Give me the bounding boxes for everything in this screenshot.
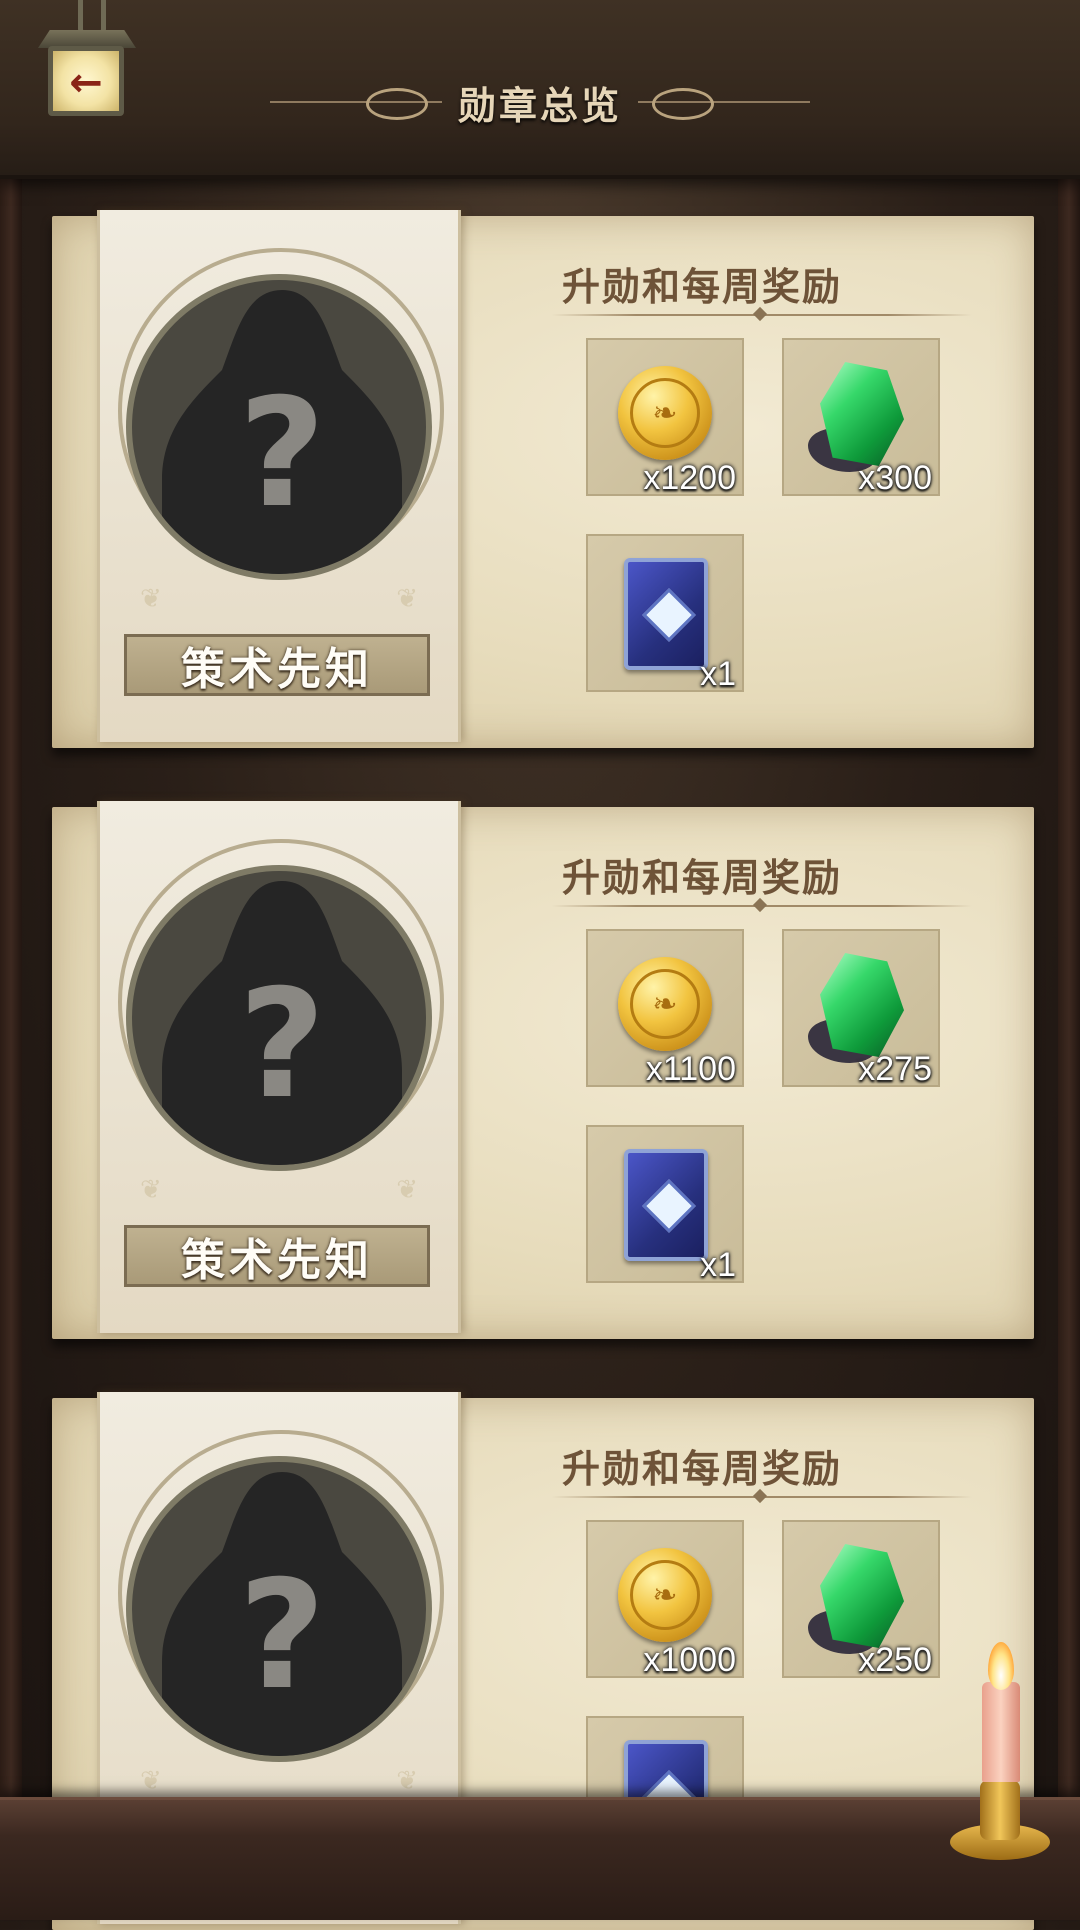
back-arrow-icon: ← (69, 60, 103, 106)
reward-quantity: x275 (858, 1050, 932, 1088)
reward-quantity: x300 (858, 459, 932, 497)
reward-slot-gold[interactable]: ❧ x1100 (586, 929, 744, 1088)
green-gem-icon (820, 1544, 904, 1648)
badge-locked-icon: ? (126, 865, 432, 1171)
flourish-left-icon (270, 88, 442, 120)
flourish-right-icon (638, 88, 811, 120)
svg-text:?: ? (238, 367, 325, 541)
reward-divider (552, 314, 972, 316)
badge-name-label: 策术先知 (124, 634, 430, 696)
reward-slot-gold[interactable]: ❧ x1200 (586, 338, 744, 497)
badge-panel: ? ❦ ❦ 策术先知 (97, 210, 461, 742)
svg-text:?: ? (238, 1549, 325, 1723)
hooded-silhouette-icon: ? (162, 1472, 402, 1756)
svg-text:?: ? (238, 958, 325, 1132)
reward-slot-cardback[interactable]: x1 (586, 1125, 744, 1284)
card-back-icon (624, 1149, 708, 1261)
reward-title: 升勋和每周奖励 (561, 856, 842, 900)
gold-coin-icon: ❧ (618, 1548, 712, 1642)
hooded-silhouette-icon: ? (162, 881, 402, 1165)
laurel-right-icon: ❦ (396, 1175, 418, 1205)
header-bar: ← 勋章总览 (0, 0, 1080, 179)
reward-quantity: x250 (858, 1641, 932, 1679)
left-rail (0, 0, 22, 1920)
badge-locked-icon: ? (126, 274, 432, 580)
reward-title: 升勋和每周奖励 (561, 1447, 842, 1491)
green-gem-icon (820, 953, 904, 1057)
card-back-icon (624, 558, 708, 670)
medal-card[interactable]: ? ❦ ❦ 策术先知 升勋和每周奖励 ❧ x1100 x275 x1 (52, 801, 1034, 1339)
reward-slot-gold[interactable]: ❧ x1000 (586, 1520, 744, 1679)
reward-title: 升勋和每周奖励 (561, 265, 842, 309)
candle-icon (950, 1640, 1050, 1860)
bottom-shelf (0, 1797, 1080, 1920)
gold-coin-icon: ❧ (618, 366, 712, 460)
reward-quantity: x1 (700, 1246, 736, 1284)
badge-locked-icon: ? (126, 1456, 432, 1762)
laurel-right-icon: ❦ (396, 584, 418, 614)
reward-slot-gem[interactable]: x300 (782, 338, 940, 497)
gold-coin-icon: ❧ (618, 957, 712, 1051)
reward-slot-gem[interactable]: x250 (782, 1520, 940, 1679)
laurel-left-icon: ❦ (140, 1766, 162, 1796)
reward-slot-gem[interactable]: x275 (782, 929, 940, 1088)
back-button[interactable]: ← (38, 0, 136, 122)
green-gem-icon (820, 362, 904, 466)
reward-quantity: x1 (700, 655, 736, 693)
right-rail (1058, 0, 1080, 1920)
page-title: 勋章总览 (458, 83, 623, 128)
title-ornament: 勋章总览 (270, 72, 811, 132)
reward-quantity: x1200 (643, 459, 736, 497)
badge-panel: ? ❦ ❦ 策术先知 (97, 801, 461, 1333)
laurel-left-icon: ❦ (140, 584, 162, 614)
reward-quantity: x1100 (645, 1050, 736, 1088)
medal-card[interactable]: ? ❦ ❦ 策术先知 升勋和每周奖励 ❧ x1200 x300 x1 (52, 210, 1034, 748)
reward-slot-cardback[interactable]: x1 (586, 534, 744, 693)
badge-name-label: 策术先知 (124, 1225, 430, 1287)
reward-divider (552, 905, 972, 907)
reward-divider (552, 1496, 972, 1498)
laurel-right-icon: ❦ (396, 1766, 418, 1796)
lantern-icon: ← (48, 46, 124, 116)
hooded-silhouette-icon: ? (162, 290, 402, 574)
laurel-left-icon: ❦ (140, 1175, 162, 1205)
reward-quantity: x1000 (643, 1641, 736, 1679)
